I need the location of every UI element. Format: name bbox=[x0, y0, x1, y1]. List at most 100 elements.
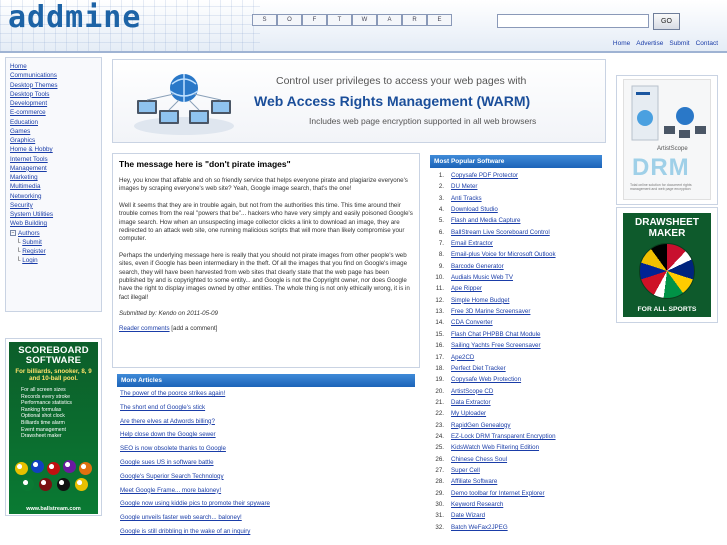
popular-software-link[interactable]: Batch WeFax2JPEG bbox=[451, 522, 508, 533]
category-link[interactable]: Web Building bbox=[10, 219, 97, 228]
category-link[interactable]: Education bbox=[10, 118, 97, 127]
reader-comments-link[interactable]: Reader comments bbox=[119, 325, 170, 332]
most-popular-header: Most Popular Software bbox=[430, 155, 602, 168]
banner-headline: Web Access Rights Management (WARM) bbox=[254, 93, 531, 109]
popular-software-link[interactable]: Affiliate Software bbox=[451, 476, 497, 487]
go-button[interactable]: GO bbox=[653, 13, 680, 30]
popular-software-link[interactable]: My Uploader bbox=[451, 408, 486, 419]
popular-software-link[interactable]: Free 3D Marine Screensaver bbox=[451, 306, 530, 317]
drm-ad-brand: ArtistScope bbox=[657, 146, 688, 152]
category-link[interactable]: Desktop Tools bbox=[10, 90, 97, 99]
category-link[interactable]: Graphics bbox=[10, 136, 97, 145]
popular-software-link[interactable]: CDA Converter bbox=[451, 317, 493, 328]
popular-software-link[interactable]: Flash and Media Capture bbox=[451, 215, 520, 226]
category-link[interactable]: Communications bbox=[10, 71, 97, 80]
nav-advertise-link[interactable]: Advertise bbox=[636, 40, 663, 47]
article-link[interactable]: Meet Google Frame... more baloney! bbox=[117, 484, 415, 498]
popular-software-link[interactable]: Audials Music Web TV bbox=[451, 272, 513, 283]
nav-submit-link[interactable]: Submit bbox=[669, 40, 689, 47]
article-link[interactable]: Google's Superior Search Technology bbox=[117, 470, 415, 484]
popular-software-link[interactable]: Sailing Yachts Free Screensaver bbox=[451, 340, 541, 351]
popular-software-link[interactable]: BallStream Live Scoreboard Control bbox=[451, 227, 550, 238]
popular-software-link[interactable]: Barcode Generator bbox=[451, 261, 504, 272]
article-link[interactable]: Help close down the Google sewer bbox=[117, 428, 415, 442]
collapse-toggle-icon[interactable]: − bbox=[10, 229, 16, 236]
billiard-ball-icon bbox=[31, 460, 44, 473]
drm-ad-title: DRM bbox=[632, 154, 690, 181]
scoreboard-ad[interactable]: SCOREBOARD SOFTWARE For billiards, snook… bbox=[5, 338, 102, 516]
rank-number: 24. bbox=[435, 432, 444, 440]
category-link[interactable]: Games bbox=[10, 127, 97, 136]
drawsheet-ad-footer: FOR ALL SPORTS bbox=[637, 306, 697, 313]
article-link[interactable]: Are there elves at Adwords billing? bbox=[117, 415, 415, 429]
popular-software-link[interactable]: Anti Tracks bbox=[451, 193, 482, 204]
nav-contact-link[interactable]: Contact bbox=[696, 40, 718, 47]
category-link[interactable]: Management bbox=[10, 164, 97, 173]
popular-software-link[interactable]: EZ-Lock DRM Transparent Encryption bbox=[451, 431, 556, 442]
popular-software-link[interactable]: Simple Home Budget bbox=[451, 295, 509, 306]
article-link[interactable]: Google is still dribbling in the wake of… bbox=[117, 525, 415, 539]
popular-software-link[interactable]: ArtistScope CD bbox=[451, 386, 493, 397]
rank-number: 32. bbox=[435, 523, 444, 531]
popular-software-link[interactable]: Chinese Chess Soul bbox=[451, 454, 507, 465]
popular-software-link[interactable]: Flash Chat PHPBB Chat Module bbox=[451, 329, 540, 340]
category-link[interactable]: Development bbox=[10, 99, 97, 108]
category-link[interactable]: Desktop Themes bbox=[10, 81, 97, 90]
popular-software-link[interactable]: Copysafe Web Protection bbox=[451, 374, 521, 385]
authors-link[interactable]: Authors bbox=[18, 230, 40, 237]
category-link[interactable]: Networking bbox=[10, 192, 97, 201]
scoreboard-ad-subtitle: For billiards, snooker, 8, 9 and 10-ball… bbox=[15, 368, 92, 382]
rank-number: 26. bbox=[435, 455, 444, 463]
popular-software-link[interactable]: Download Studio bbox=[451, 204, 498, 215]
article-link[interactable]: Google now using kiddie pics to promote … bbox=[117, 497, 415, 511]
category-link[interactable]: Marketing bbox=[10, 173, 97, 182]
popular-software-link[interactable]: KidsWatch Web Filtering Edition bbox=[451, 442, 539, 453]
article-link[interactable]: SEO is now obsolete thanks to Google bbox=[117, 442, 415, 456]
popular-software-link[interactable]: Copysafe PDF Protector bbox=[451, 170, 518, 181]
popular-software-link[interactable]: Perfect Diet Tracker bbox=[451, 363, 506, 374]
rank-number: 27. bbox=[435, 466, 444, 474]
popular-software-link[interactable]: Ape2CD bbox=[451, 352, 474, 363]
site-logo[interactable]: addmine bbox=[8, 0, 141, 35]
author-register-link[interactable]: Register bbox=[22, 248, 45, 255]
category-link[interactable]: System Utilities bbox=[10, 210, 97, 219]
rank-number: 5. bbox=[438, 217, 444, 225]
category-link[interactable]: Home bbox=[10, 62, 97, 71]
letter-box: S bbox=[252, 14, 277, 26]
letter-box: E bbox=[427, 14, 452, 26]
article-link[interactable]: The short end of Google's stick bbox=[117, 401, 415, 415]
popular-software-link[interactable]: Keyword Research bbox=[451, 499, 503, 510]
popular-software-link[interactable]: DU Meter bbox=[451, 181, 477, 192]
drawsheet-ad-title-line2: MAKER bbox=[648, 228, 686, 239]
author-login-link[interactable]: Login bbox=[22, 257, 37, 264]
author-submit-link[interactable]: Submit bbox=[22, 239, 42, 246]
popular-software-link[interactable]: RapidGen Genealogy bbox=[451, 420, 511, 431]
letter-box: A bbox=[377, 14, 402, 26]
artistscope-drm-ad[interactable]: ArtistScope DRM Total online solution fo… bbox=[623, 79, 711, 200]
category-link[interactable]: E-commerce bbox=[10, 108, 97, 117]
category-link[interactable]: Internet Tools bbox=[10, 155, 97, 164]
billiard-ball-icon bbox=[57, 478, 70, 491]
category-link[interactable]: Security bbox=[10, 201, 97, 210]
category-link[interactable]: Multimedia bbox=[10, 182, 97, 191]
add-comment-link[interactable]: [add a comment] bbox=[171, 325, 217, 332]
popular-software-link[interactable]: Demo toolbar for Internet Explorer bbox=[451, 488, 545, 499]
popular-software-link[interactable]: Email-plus Voice for Microsoft Outlook bbox=[451, 249, 556, 260]
billiard-ball-icon bbox=[21, 478, 34, 491]
category-link[interactable]: Home & Hobby bbox=[10, 145, 97, 154]
more-articles-list: The power of the poorce strikes again! T… bbox=[117, 387, 415, 539]
nav-home-link[interactable]: Home bbox=[613, 40, 630, 47]
article-link[interactable]: Google sues US in software battle bbox=[117, 456, 415, 470]
drawsheet-maker-ad[interactable]: DRAWSHEET MAKER FOR ALL SPORTS bbox=[623, 213, 711, 317]
rank-number: 16. bbox=[435, 342, 444, 350]
popular-software-link[interactable]: Super Cell bbox=[451, 465, 480, 476]
popular-software-row: 20. ArtistScope CD bbox=[430, 386, 602, 397]
article-link[interactable]: The power of the poorce strikes again! bbox=[117, 387, 415, 401]
warm-banner-ad[interactable]: Control user privileges to access your w… bbox=[112, 59, 606, 143]
popular-software-link[interactable]: Email Extractor bbox=[451, 238, 493, 249]
article-link[interactable]: Google unveils faster web search... balo… bbox=[117, 511, 415, 525]
popular-software-link[interactable]: Ape Ripper bbox=[451, 283, 482, 294]
popular-software-link[interactable]: Date Wizard bbox=[451, 510, 485, 521]
popular-software-link[interactable]: Data Extractor bbox=[451, 397, 491, 408]
search-input[interactable] bbox=[497, 14, 649, 28]
